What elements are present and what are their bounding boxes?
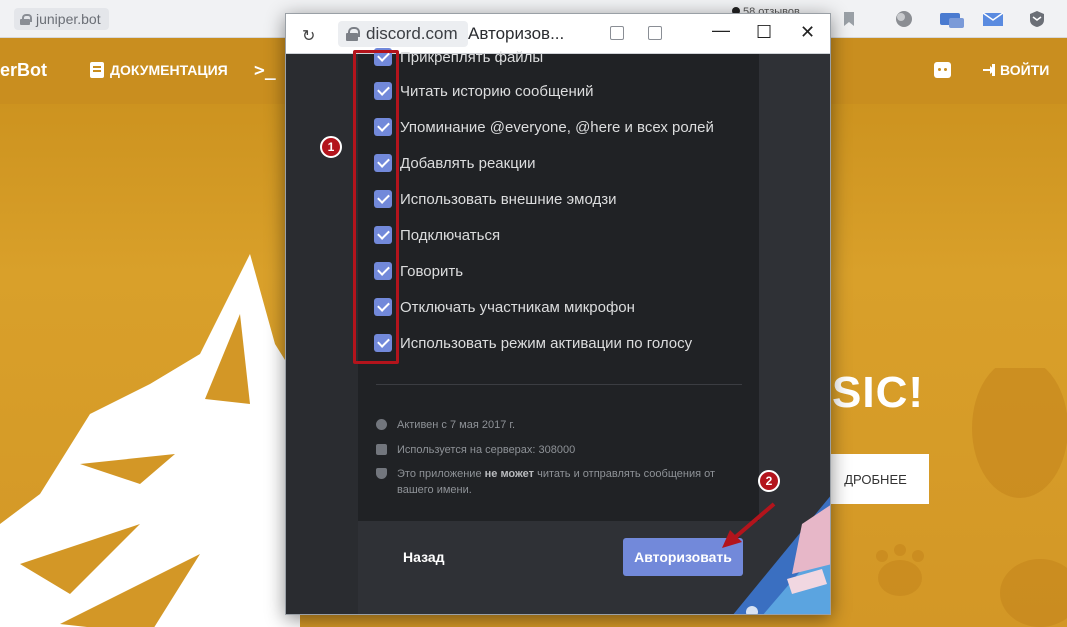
close-icon[interactable]: ✕ [800,22,815,43]
address-bar[interactable]: juniper.bot [14,8,109,30]
reload-icon[interactable]: ↻ [302,26,315,46]
nav-docs-link[interactable]: ДОКУМЕНТАЦИЯ [90,62,228,78]
lock-icon [20,13,32,25]
clock-icon [376,419,387,430]
meta-active-since: Активен с 7 мая 2017 г. [376,417,515,433]
back-button[interactable]: Назад [403,549,445,565]
bookmark-icon[interactable] [842,10,856,28]
popup-titlebar: ↻ discord.com Авторизов... — ☐ ✕ [286,14,830,54]
translate-icon[interactable] [610,26,624,40]
permission-item[interactable]: Читать историю сообщений [374,80,594,102]
permission-item[interactable]: Прикреплять файлы [374,46,543,68]
minimize-icon[interactable]: — [712,20,730,41]
permission-item[interactable]: Использовать внешние эмодзи [374,188,617,210]
annotation-arrow-icon [722,502,776,548]
address-text: juniper.bot [36,11,101,27]
popup-lock-icon [346,27,360,41]
discord-icon[interactable] [934,62,951,78]
hero-title: SIC! [832,368,924,417]
permission-item[interactable]: Упоминание @everyone, @here и всех ролей [374,116,714,138]
login-icon [983,64,995,76]
annotation-highlight-box [353,50,399,364]
popup-address-bar[interactable]: discord.com [338,21,468,47]
nav-commands-link[interactable]: >_ [254,60,276,81]
hero-more-button[interactable]: ДРОБНЕЕ [822,454,929,504]
permission-item[interactable]: Использовать режим активации по голосу [374,332,692,354]
extension-icon[interactable] [648,26,662,40]
permission-item[interactable]: Отключать участникам микрофон [374,296,635,318]
maximize-icon[interactable]: ☐ [756,22,772,43]
book-icon [90,62,104,78]
shield-icon [376,468,387,479]
popup-window-title: Авторизов... [468,24,565,43]
annotation-badge-1: 1 [320,136,342,158]
extension-circle-icon[interactable] [894,10,914,28]
nav-login-link[interactable]: ВОЙТИ [982,62,1049,78]
mail-icon[interactable] [982,10,1004,28]
meta-privacy-note: Это приложение не может читать и отправл… [376,466,732,498]
mail-counter-icon[interactable] [940,10,964,28]
section-divider [376,384,742,385]
site-brand[interactable]: erBot [0,60,47,81]
meta-server-count: Используется на серверах: 308000 [376,442,575,458]
shield-extension-icon[interactable] [1028,10,1046,28]
popup-background [286,54,358,614]
annotation-badge-2: 2 [758,470,780,492]
fox-logo-icon [0,254,300,627]
robot-icon [376,444,387,455]
